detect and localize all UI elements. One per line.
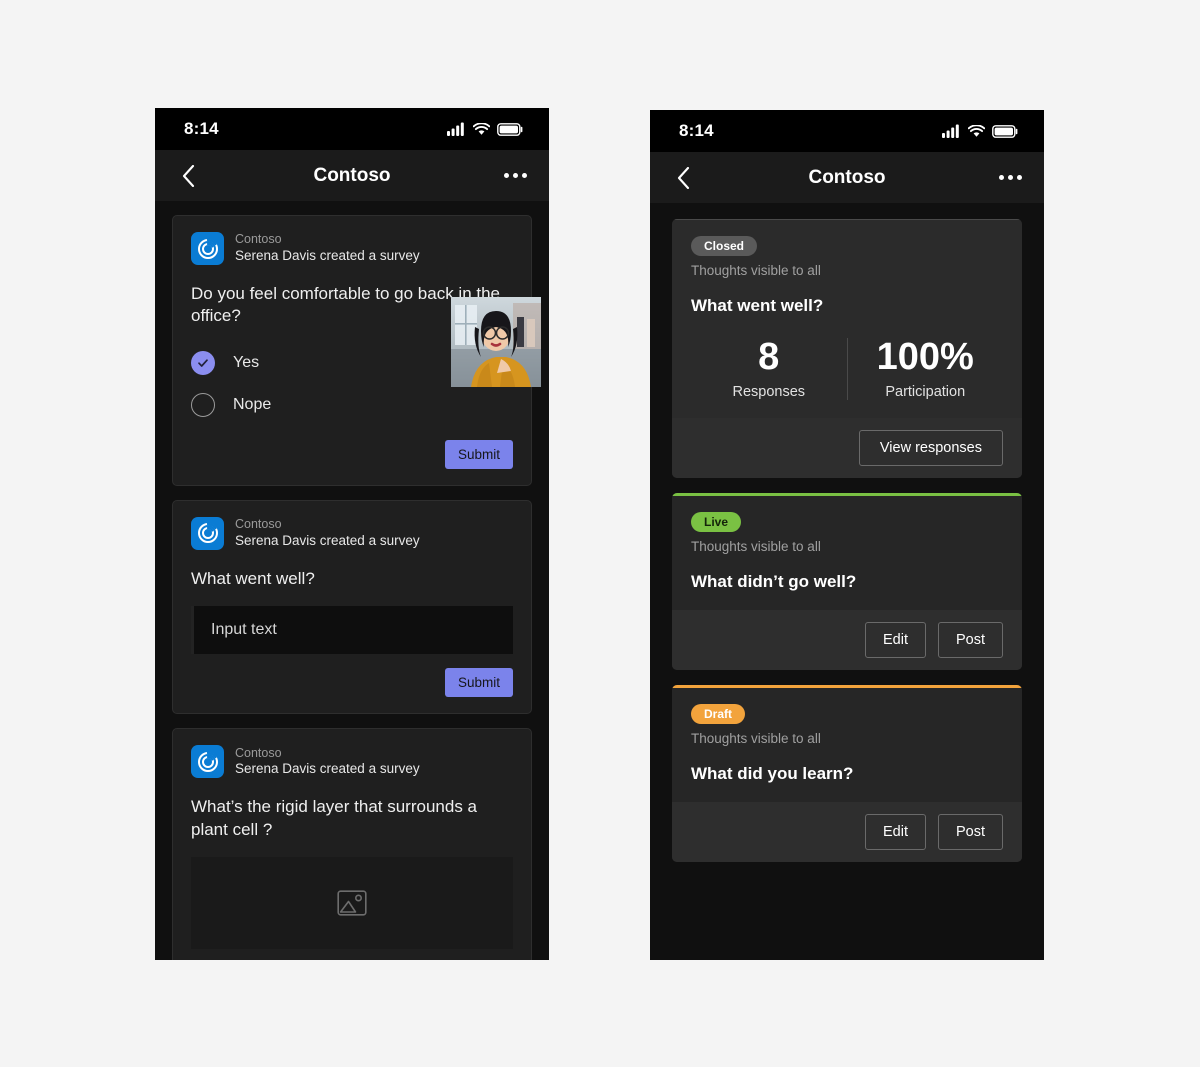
card-header: Contoso Serena Davis created a survey: [191, 232, 513, 265]
view-responses-button[interactable]: View responses: [858, 429, 1003, 466]
option-row-nope[interactable]: Nope: [191, 384, 513, 426]
stat-value: 100%: [876, 336, 974, 378]
option-label: Nope: [233, 395, 272, 413]
card-header-text: Contoso Serena Davis created a survey: [235, 746, 420, 779]
chevron-left-icon: [182, 164, 194, 187]
status-card-title: What did you learn?: [691, 763, 854, 783]
avatar-photo: [451, 297, 541, 387]
stat-responses: 8 Responses: [691, 336, 847, 400]
status-card-title: What didn’t go well?: [691, 571, 857, 591]
status-card-footer: Edit Post: [672, 609, 1022, 670]
check-icon: [198, 359, 208, 367]
status-card-body: Live Thoughts visible to all What didn’t…: [672, 492, 1022, 610]
contoso-logo-icon: [191, 745, 224, 779]
card-actions: Submit: [191, 439, 513, 469]
status-bar-right: 8:14: [650, 110, 1044, 152]
survey-card: Contoso Serena Davis created a survey Wh…: [172, 499, 532, 715]
more-dot: [504, 173, 509, 178]
signal-icon: [447, 122, 464, 136]
stat-label: Participation: [885, 383, 966, 400]
stat-value: 8: [758, 336, 780, 378]
stats-row: 8 Responses 100% Participation: [691, 336, 1004, 400]
more-options-button[interactable]: [999, 175, 1022, 180]
status-card-live: Live Thoughts visible to all What didn’t…: [672, 492, 1022, 670]
more-dot: [522, 173, 527, 178]
portrait-photo-icon: [451, 297, 541, 387]
survey-question: What’s the rigid layer that surrounds a …: [191, 797, 477, 839]
back-button[interactable]: [672, 166, 694, 189]
visibility-label: Thoughts visible to all: [691, 263, 821, 278]
more-dot: [999, 175, 1004, 180]
status-badge: Live: [691, 511, 742, 532]
post-button[interactable]: Post: [937, 621, 1003, 658]
card-header-text: Contoso Serena Davis created a survey: [235, 232, 420, 265]
status-card-footer: View responses: [672, 417, 1022, 478]
stat-participation: 100% Participation: [846, 336, 1004, 400]
swirl-icon: [197, 751, 218, 772]
more-dot: [1017, 175, 1022, 180]
status-time: 8:14: [184, 119, 219, 138]
page-title: Contoso: [313, 164, 391, 186]
chevron-left-icon: [677, 166, 689, 189]
nav-bar-left: Contoso: [155, 150, 549, 201]
status-card-title: What went well?: [691, 296, 824, 315]
stat-label: Responses: [732, 383, 806, 400]
card-subtitle: Serena Davis created a survey: [235, 247, 420, 263]
card-app-name: Contoso: [235, 745, 282, 760]
submit-button[interactable]: Submit: [444, 439, 513, 469]
phone-right: 8:14 Contoso Closed Thoughts visible to …: [650, 110, 1044, 960]
back-button[interactable]: [177, 164, 199, 187]
status-card-closed: Closed Thoughts visible to all What went…: [672, 219, 1022, 478]
contoso-logo-icon: [191, 516, 224, 550]
survey-feed: Contoso Serena Davis created a survey Do…: [155, 201, 549, 960]
status-card-list: Closed Thoughts visible to all What went…: [650, 203, 1044, 862]
card-subtitle: Serena Davis created a survey: [235, 761, 420, 777]
swirl-icon: [197, 523, 218, 544]
status-card-footer: Edit Post: [672, 801, 1022, 862]
radio-unselected-icon[interactable]: [191, 392, 215, 417]
card-subtitle: Serena Davis created a survey: [235, 532, 420, 548]
survey-question: What went well?: [191, 568, 315, 588]
card-actions: Submit: [191, 668, 513, 698]
image-placeholder-icon: [337, 890, 367, 916]
survey-image-placeholder[interactable]: [191, 857, 513, 950]
status-bar-left: 8:14: [155, 108, 549, 150]
more-options-button[interactable]: [504, 173, 527, 178]
more-dot: [1008, 175, 1013, 180]
card-header: Contoso Serena Davis created a survey: [191, 516, 513, 550]
status-card-draft: Draft Thoughts visible to all What did y…: [672, 684, 1022, 862]
status-badge: Closed: [691, 236, 758, 256]
survey-card: Contoso Serena Davis created a survey Wh…: [172, 728, 532, 960]
phone-left: 8:14 Contoso Contoso Serena Davis create…: [155, 108, 549, 960]
wifi-icon: [968, 124, 985, 137]
survey-text-input[interactable]: Input text: [191, 606, 513, 655]
battery-icon: [992, 124, 1018, 138]
status-card-body: Closed Thoughts visible to all What went…: [672, 219, 1022, 418]
card-header: Contoso Serena Davis created a survey: [191, 745, 513, 779]
card-app-name: Contoso: [235, 517, 282, 532]
edit-button[interactable]: Edit: [864, 621, 926, 658]
status-icons: [942, 124, 1018, 138]
edit-button[interactable]: Edit: [864, 813, 926, 850]
option-label: Yes: [233, 353, 260, 371]
contoso-logo-icon: [191, 232, 224, 265]
status-badge: Draft: [691, 703, 746, 724]
status-card-body: Draft Thoughts visible to all What did y…: [672, 684, 1022, 802]
visibility-label: Thoughts visible to all: [691, 730, 821, 746]
nav-bar-right: Contoso: [650, 152, 1044, 203]
card-header-text: Contoso Serena Davis created a survey: [235, 517, 420, 550]
wifi-icon: [473, 122, 490, 135]
page-title: Contoso: [808, 166, 886, 188]
status-icons: [447, 122, 523, 136]
battery-icon: [497, 122, 523, 136]
submit-button[interactable]: Submit: [444, 668, 513, 698]
more-dot: [513, 173, 518, 178]
post-button[interactable]: Post: [937, 813, 1003, 850]
status-time: 8:14: [679, 121, 714, 140]
card-app-name: Contoso: [235, 232, 282, 247]
radio-selected-icon[interactable]: [191, 350, 215, 375]
swirl-icon: [197, 238, 218, 259]
signal-icon: [942, 124, 959, 138]
visibility-label: Thoughts visible to all: [691, 538, 821, 554]
